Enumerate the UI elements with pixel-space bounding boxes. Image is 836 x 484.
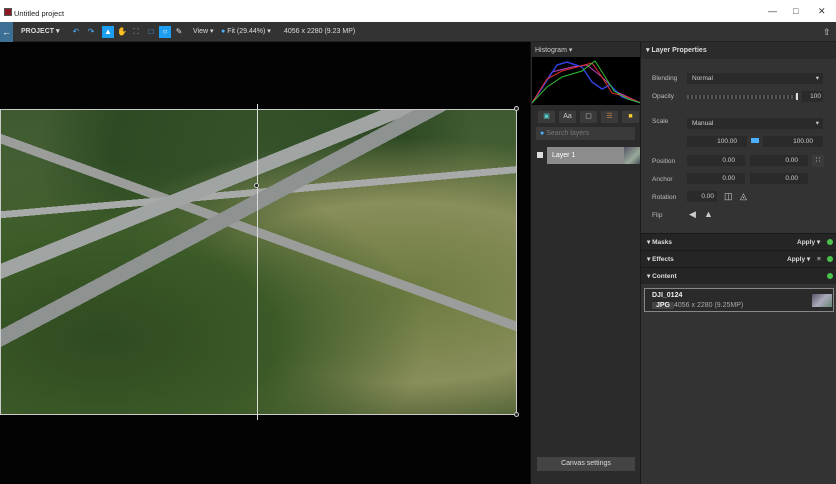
- rotate-right-icon[interactable]: ◬: [740, 191, 747, 202]
- layer-visibility-checkbox[interactable]: [537, 152, 543, 158]
- center-guide: [257, 104, 258, 420]
- brush-tool-icon[interactable]: ✎: [173, 26, 185, 38]
- masks-status-icon: [827, 239, 833, 245]
- opacity-input[interactable]: 100: [802, 91, 823, 102]
- canvas-settings-button[interactable]: Canvas settings: [537, 457, 635, 471]
- effects-apply-button[interactable]: Apply ▾: [787, 251, 810, 268]
- add-text-layer-icon[interactable]: Aa: [559, 111, 576, 123]
- flip-horizontal-icon[interactable]: ◀: [689, 209, 696, 220]
- flip-label: Flip: [652, 212, 663, 219]
- blending-label: Blending: [652, 75, 678, 82]
- link-scale-icon[interactable]: [751, 138, 759, 143]
- rotation-label: Rotation: [652, 194, 677, 201]
- rotation-handle[interactable]: [254, 183, 259, 188]
- close-button[interactable]: ✕: [818, 6, 826, 17]
- maximize-button[interactable]: □: [793, 6, 798, 16]
- zoom-dropdown[interactable]: ● Fit (29.44%) ▾: [221, 22, 271, 42]
- position-y-input[interactable]: 0.00: [750, 155, 808, 166]
- effects-status-icon: [827, 256, 833, 262]
- project-menu[interactable]: PROJECT ▾: [21, 22, 60, 42]
- anchor-y-input[interactable]: 0.00: [750, 173, 808, 184]
- content-status-icon: [827, 273, 833, 279]
- back-arrow-icon[interactable]: ←: [0, 22, 13, 42]
- rotate-left-icon[interactable]: ◫: [724, 191, 733, 202]
- minimize-button[interactable]: —: [768, 6, 777, 16]
- anchor-x-input[interactable]: 0.00: [687, 173, 745, 184]
- export-icon[interactable]: ⇧: [823, 22, 831, 42]
- properties-panel: ▾ Layer Properties Blending Normal ▾ Opac…: [640, 42, 836, 484]
- app-logo-icon: [4, 8, 12, 16]
- title-bar: Untitled project — □ ✕: [0, 0, 836, 22]
- transform-tool-icon[interactable]: □: [145, 26, 157, 38]
- blending-dropdown[interactable]: Normal ▾: [687, 73, 823, 84]
- search-icon: ●: [540, 130, 545, 137]
- add-image-layer-icon[interactable]: ▣: [538, 111, 555, 123]
- scale-mode-dropdown[interactable]: Manual ▾: [687, 118, 823, 129]
- view-menu[interactable]: View ▾: [193, 22, 214, 42]
- position-x-input[interactable]: 0.00: [687, 155, 745, 166]
- zoom-tool-icon[interactable]: ○: [159, 26, 171, 38]
- crop-tool-icon[interactable]: ⛶: [130, 26, 142, 38]
- hand-tool-icon[interactable]: ✋: [116, 26, 128, 38]
- image-dimensions: 4056 x 2280 (9.23 MP): [284, 28, 356, 35]
- redo-icon[interactable]: ↷: [85, 26, 97, 38]
- layer-properties-header[interactable]: ▾ Layer Properties: [641, 42, 836, 59]
- window-title: Untitled project: [14, 9, 65, 18]
- layers-panel: Histogram ▾ ▣ Aa ▢ ☰ ■ ● Search layers L…: [530, 42, 641, 484]
- histogram-chart: [532, 57, 641, 105]
- flip-vertical-icon[interactable]: ▲: [704, 209, 713, 219]
- opacity-slider-thumb[interactable]: [796, 93, 798, 100]
- scale-height-input[interactable]: 100.00: [763, 136, 823, 147]
- content-type-badge: JPG: [652, 302, 675, 309]
- effects-list-icon[interactable]: ≡: [817, 251, 821, 268]
- scale-label: Scale: [652, 118, 669, 125]
- toolbar: ← PROJECT ▾ ↶ ↷ ▲ ✋ ⛶ □ ○ ✎ View ▾ ● Fit…: [0, 22, 836, 42]
- anchor-label: Anchor: [652, 176, 673, 183]
- select-tool-icon[interactable]: ▲: [102, 26, 114, 38]
- content-section[interactable]: ▾ Content: [641, 267, 836, 284]
- layer-image[interactable]: [0, 109, 517, 415]
- histogram-dropdown[interactable]: Histogram ▾: [535, 46, 572, 54]
- opacity-slider[interactable]: [687, 95, 797, 99]
- effects-section[interactable]: ▾ Effects Apply ▾ ≡: [641, 250, 836, 267]
- folder-icon[interactable]: ■: [622, 111, 639, 123]
- layer-list-icon[interactable]: ☰: [601, 111, 618, 123]
- position-align-icon[interactable]: ∷: [812, 155, 824, 167]
- masks-section[interactable]: ▾ Masks Apply ▾: [641, 233, 836, 250]
- rotation-input[interactable]: 0.00: [687, 191, 717, 202]
- layer-tools: ▣ Aa ▢ ☰ ■: [538, 111, 639, 123]
- position-label: Position: [652, 158, 676, 165]
- layer-thumbnail: [624, 147, 641, 164]
- content-thumbnail: [812, 294, 832, 307]
- scale-width-input[interactable]: 100.00: [687, 136, 747, 147]
- resize-handle[interactable]: [514, 412, 519, 417]
- add-shape-layer-icon[interactable]: ▢: [580, 111, 597, 123]
- layer-item[interactable]: Layer 1: [547, 147, 624, 164]
- search-layers-input[interactable]: ● Search layers: [536, 127, 635, 140]
- resize-handle[interactable]: [514, 106, 519, 111]
- content-item[interactable]: DJI_0124 JPG 4056 x 2280 (9.25MP): [644, 288, 834, 312]
- content-name: DJI_0124: [652, 292, 683, 299]
- undo-icon[interactable]: ↶: [70, 26, 82, 38]
- masks-apply-button[interactable]: Apply ▾: [797, 234, 820, 251]
- opacity-label: Opacity: [652, 93, 675, 100]
- content-info: 4056 x 2280 (9.25MP): [674, 302, 744, 309]
